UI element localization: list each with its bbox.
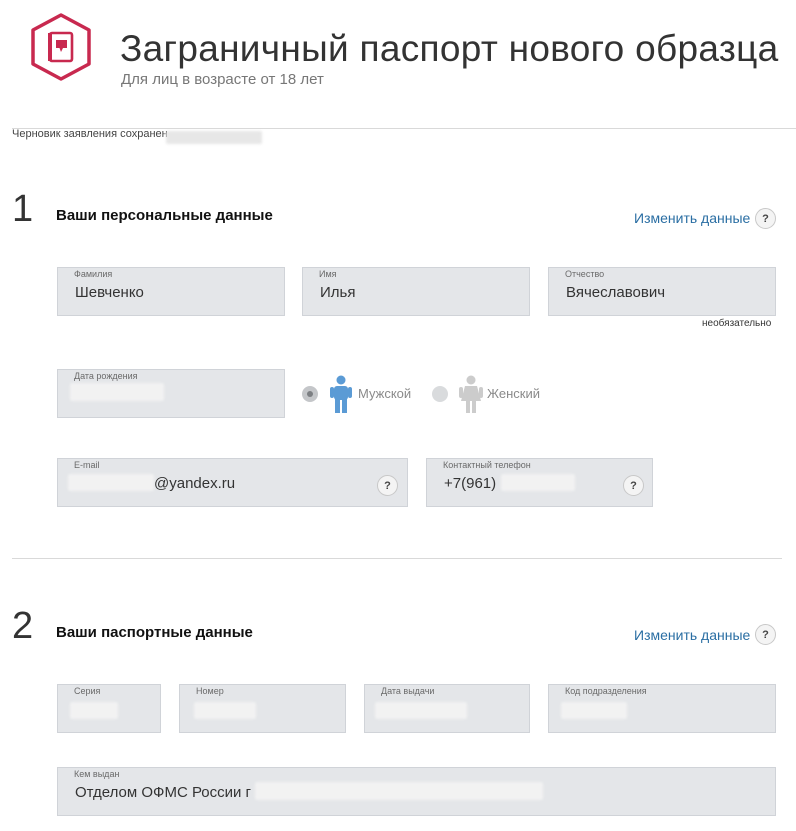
page-subtitle: Для лиц в возрасте от 18 лет <box>121 71 324 88</box>
redacted-value <box>561 702 627 719</box>
redacted-value <box>194 702 256 719</box>
email-field[interactable]: E-mail @yandex.ru ? <box>57 458 408 507</box>
department-code-field[interactable]: Код подразделения <box>548 684 776 733</box>
gender-male-label[interactable]: Мужской <box>358 386 411 401</box>
redacted-value <box>375 702 467 719</box>
page-title: Заграничный паспорт нового образца <box>120 28 779 69</box>
field-label: Имя <box>319 269 337 279</box>
field-label: Отчество <box>565 269 605 279</box>
draft-status: Черновик заявления сохранен <box>12 128 168 140</box>
issued-by-field[interactable]: Кем выдан Отделом ОФМС России г <box>57 767 776 816</box>
phone-field[interactable]: Контактный телефон +7(961) ? <box>426 458 653 507</box>
section-number: 1 <box>12 188 34 230</box>
field-value: Вячеславович <box>566 284 666 301</box>
field-value: Шевченко <box>75 284 144 301</box>
patronymic-field[interactable]: Отчество Вячеславович <box>548 267 776 316</box>
field-value: Илья <box>320 284 356 301</box>
passport-number-field[interactable]: Номер <box>179 684 346 733</box>
edit-passport-data-link[interactable]: Изменить данные <box>634 627 750 643</box>
field-label: Фамилия <box>74 269 113 279</box>
redacted-value <box>70 383 164 401</box>
redacted-value <box>70 702 118 719</box>
surname-field[interactable]: Фамилия Шевченко <box>57 267 285 316</box>
section-title: Ваши персональные данные <box>56 207 273 224</box>
field-value: Отделом ОФМС России г <box>75 784 252 801</box>
draft-status-label: Черновик заявления сохранен <box>12 128 168 140</box>
email-help-button[interactable]: ? <box>377 475 398 496</box>
female-icon <box>459 375 483 418</box>
field-label: Серия <box>74 686 101 696</box>
section-title: Ваши паспортные данные <box>56 624 253 641</box>
name-field[interactable]: Имя Илья <box>302 267 530 316</box>
birthdate-field[interactable]: Дата рождения <box>57 369 285 418</box>
optional-hint: необязательно <box>702 318 772 329</box>
field-label: Контактный телефон <box>443 460 531 470</box>
field-label: Дата выдачи <box>381 686 435 696</box>
issue-date-field[interactable]: Дата выдачи <box>364 684 530 733</box>
field-label: E-mail <box>74 460 100 470</box>
section-number: 2 <box>12 605 34 647</box>
series-field[interactable]: Серия <box>57 684 161 733</box>
redacted-value <box>501 474 575 491</box>
phone-help-button[interactable]: ? <box>623 475 644 496</box>
redacted-timestamp <box>166 131 262 144</box>
gender-female-label[interactable]: Женский <box>487 386 540 401</box>
redacted-value <box>68 474 154 491</box>
help-button[interactable]: ? <box>755 208 776 229</box>
gender-male-radio[interactable] <box>302 386 318 402</box>
field-value: @yandex.ru <box>154 475 236 492</box>
male-icon <box>330 375 352 418</box>
divider <box>12 558 782 559</box>
gender-female-radio[interactable] <box>432 386 448 402</box>
field-label: Дата рождения <box>74 371 138 381</box>
field-label: Номер <box>196 686 224 696</box>
field-value: +7(961) <box>444 475 497 492</box>
help-button[interactable]: ? <box>755 624 776 645</box>
field-label: Кем выдан <box>74 769 120 779</box>
passport-logo-icon <box>28 12 94 82</box>
redacted-value <box>255 782 543 800</box>
edit-personal-data-link[interactable]: Изменить данные <box>634 210 750 226</box>
field-label: Код подразделения <box>565 686 647 696</box>
